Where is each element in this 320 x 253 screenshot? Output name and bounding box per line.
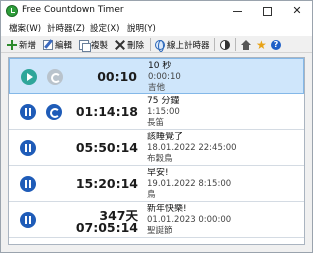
timer-name: 早安! xyxy=(147,168,169,178)
timer-details: 75 分鐘 1:15:00 長笛 xyxy=(147,96,302,129)
edit-icon xyxy=(43,39,53,50)
pause-button[interactable] xyxy=(20,104,36,120)
timer-target: 01.01.2023 0:00:00 xyxy=(147,215,232,225)
home-button[interactable] xyxy=(241,38,253,51)
copy-button[interactable]: 複製 xyxy=(79,38,109,52)
globe-icon xyxy=(155,39,165,52)
app-window: Free Countdown Timer ✕ 檔案(W) 計時器(Z) 設定(X… xyxy=(0,0,313,253)
delete-icon xyxy=(115,40,125,50)
plus-icon xyxy=(7,39,17,50)
timer-name: 75 分鐘 xyxy=(147,96,180,106)
menu-timer[interactable]: 計時器(Z) xyxy=(47,22,85,34)
timer-list[interactable]: 00:10 10 秒 0:00:10 吉他 01:14:18 75 分鐘 1:1… xyxy=(8,57,305,245)
delete-button[interactable]: 刪除 xyxy=(115,38,144,51)
contrast-icon xyxy=(220,39,230,50)
menu-settings[interactable]: 設定(X) xyxy=(90,22,119,34)
edit-label: 編輯 xyxy=(55,40,73,51)
house-icon xyxy=(241,39,251,50)
timer-details: 10 秒 0:00:10 吉他 xyxy=(148,61,303,94)
new-button[interactable]: 新增 xyxy=(7,38,36,51)
play-button[interactable] xyxy=(21,69,37,85)
copy-label: 複製 xyxy=(91,40,109,51)
app-logo-icon xyxy=(6,5,18,17)
new-label: 新增 xyxy=(19,40,37,51)
favorite-button[interactable]: ★ xyxy=(256,38,268,51)
timer-target: 0:00:10 xyxy=(148,72,181,82)
timer-target: 1:15:00 xyxy=(147,107,180,117)
timer-details: 早安! 19.01.2022 8:15:00 鳥 xyxy=(147,168,302,201)
timer-name: 新年快樂! xyxy=(147,204,187,214)
help-button[interactable]: ? xyxy=(271,38,283,51)
timer-row[interactable]: 347天 07:05:14 新年快樂! 01.01.2023 0:00:00 聖… xyxy=(9,202,304,238)
timer-row[interactable]: 01:14:18 75 分鐘 1:15:00 長笛 xyxy=(9,94,304,130)
minimize-icon xyxy=(232,10,242,12)
theme-toggle-button[interactable] xyxy=(220,38,232,51)
timer-details: 該睡覺了 18.01.2022 22:45:00 布穀鳥 xyxy=(147,132,302,165)
maximize-button[interactable] xyxy=(252,1,282,21)
timer-remaining: 00:10 xyxy=(97,69,137,84)
toolbar-separator xyxy=(235,38,236,51)
edit-button[interactable]: 編輯 xyxy=(43,38,72,51)
timer-sound: 聖誕節 xyxy=(147,226,173,236)
menu-help[interactable]: 說明(Y) xyxy=(127,22,156,34)
pause-button[interactable] xyxy=(20,140,36,156)
online-timer-button[interactable]: 線上計時器 xyxy=(155,38,210,52)
timer-row[interactable]: 05:50:14 該睡覺了 18.01.2022 22:45:00 布穀鳥 xyxy=(9,130,304,166)
menu-bar: 檔案(W) 計時器(Z) 設定(X) 說明(Y) xyxy=(1,21,312,36)
timer-remaining: 07:05:14 xyxy=(75,220,138,235)
close-icon: ✕ xyxy=(292,4,302,17)
close-button[interactable]: ✕ xyxy=(282,1,312,21)
timer-row[interactable]: 15:20:14 早安! 19.01.2022 8:15:00 鳥 xyxy=(9,166,304,202)
help-icon: ? xyxy=(271,39,281,50)
timer-details: 新年快樂! 01.01.2023 0:00:00 聖誕節 xyxy=(147,204,302,237)
online-timer-label: 線上計時器 xyxy=(167,40,210,51)
star-icon: ★ xyxy=(256,37,267,52)
copy-icon xyxy=(79,39,91,52)
timer-name: 10 秒 xyxy=(148,61,172,71)
toolbar: 新增 編輯 複製 刪除 線上計時器 ★ ? xyxy=(1,36,312,53)
pause-button[interactable] xyxy=(20,212,36,228)
reset-button[interactable] xyxy=(47,69,63,85)
timer-name: 該睡覺了 xyxy=(147,132,184,142)
timer-target: 19.01.2022 8:15:00 xyxy=(147,179,232,189)
timer-remaining: 05:50:14 xyxy=(75,140,138,155)
window-title: Free Countdown Timer xyxy=(22,5,124,15)
timer-sound: 長笛 xyxy=(147,118,165,128)
pause-button[interactable] xyxy=(20,176,36,192)
delete-label: 刪除 xyxy=(127,40,145,51)
maximize-icon xyxy=(262,6,272,16)
timer-remaining: 01:14:18 xyxy=(75,104,138,119)
toolbar-separator xyxy=(214,38,215,51)
timer-sound: 布穀鳥 xyxy=(147,154,173,164)
timer-row[interactable]: 00:10 10 秒 0:00:10 吉他 xyxy=(9,58,304,94)
reset-button[interactable] xyxy=(46,104,62,120)
toolbar-separator xyxy=(150,38,151,51)
title-bar: Free Countdown Timer ✕ xyxy=(1,1,312,21)
menu-file[interactable]: 檔案(W) xyxy=(9,22,41,34)
timer-target: 18.01.2022 22:45:00 xyxy=(147,143,237,153)
timer-remaining: 15:20:14 xyxy=(75,176,138,191)
timer-sound: 鳥 xyxy=(147,190,156,200)
minimize-button[interactable] xyxy=(222,1,252,21)
timer-sound: 吉他 xyxy=(148,83,166,93)
